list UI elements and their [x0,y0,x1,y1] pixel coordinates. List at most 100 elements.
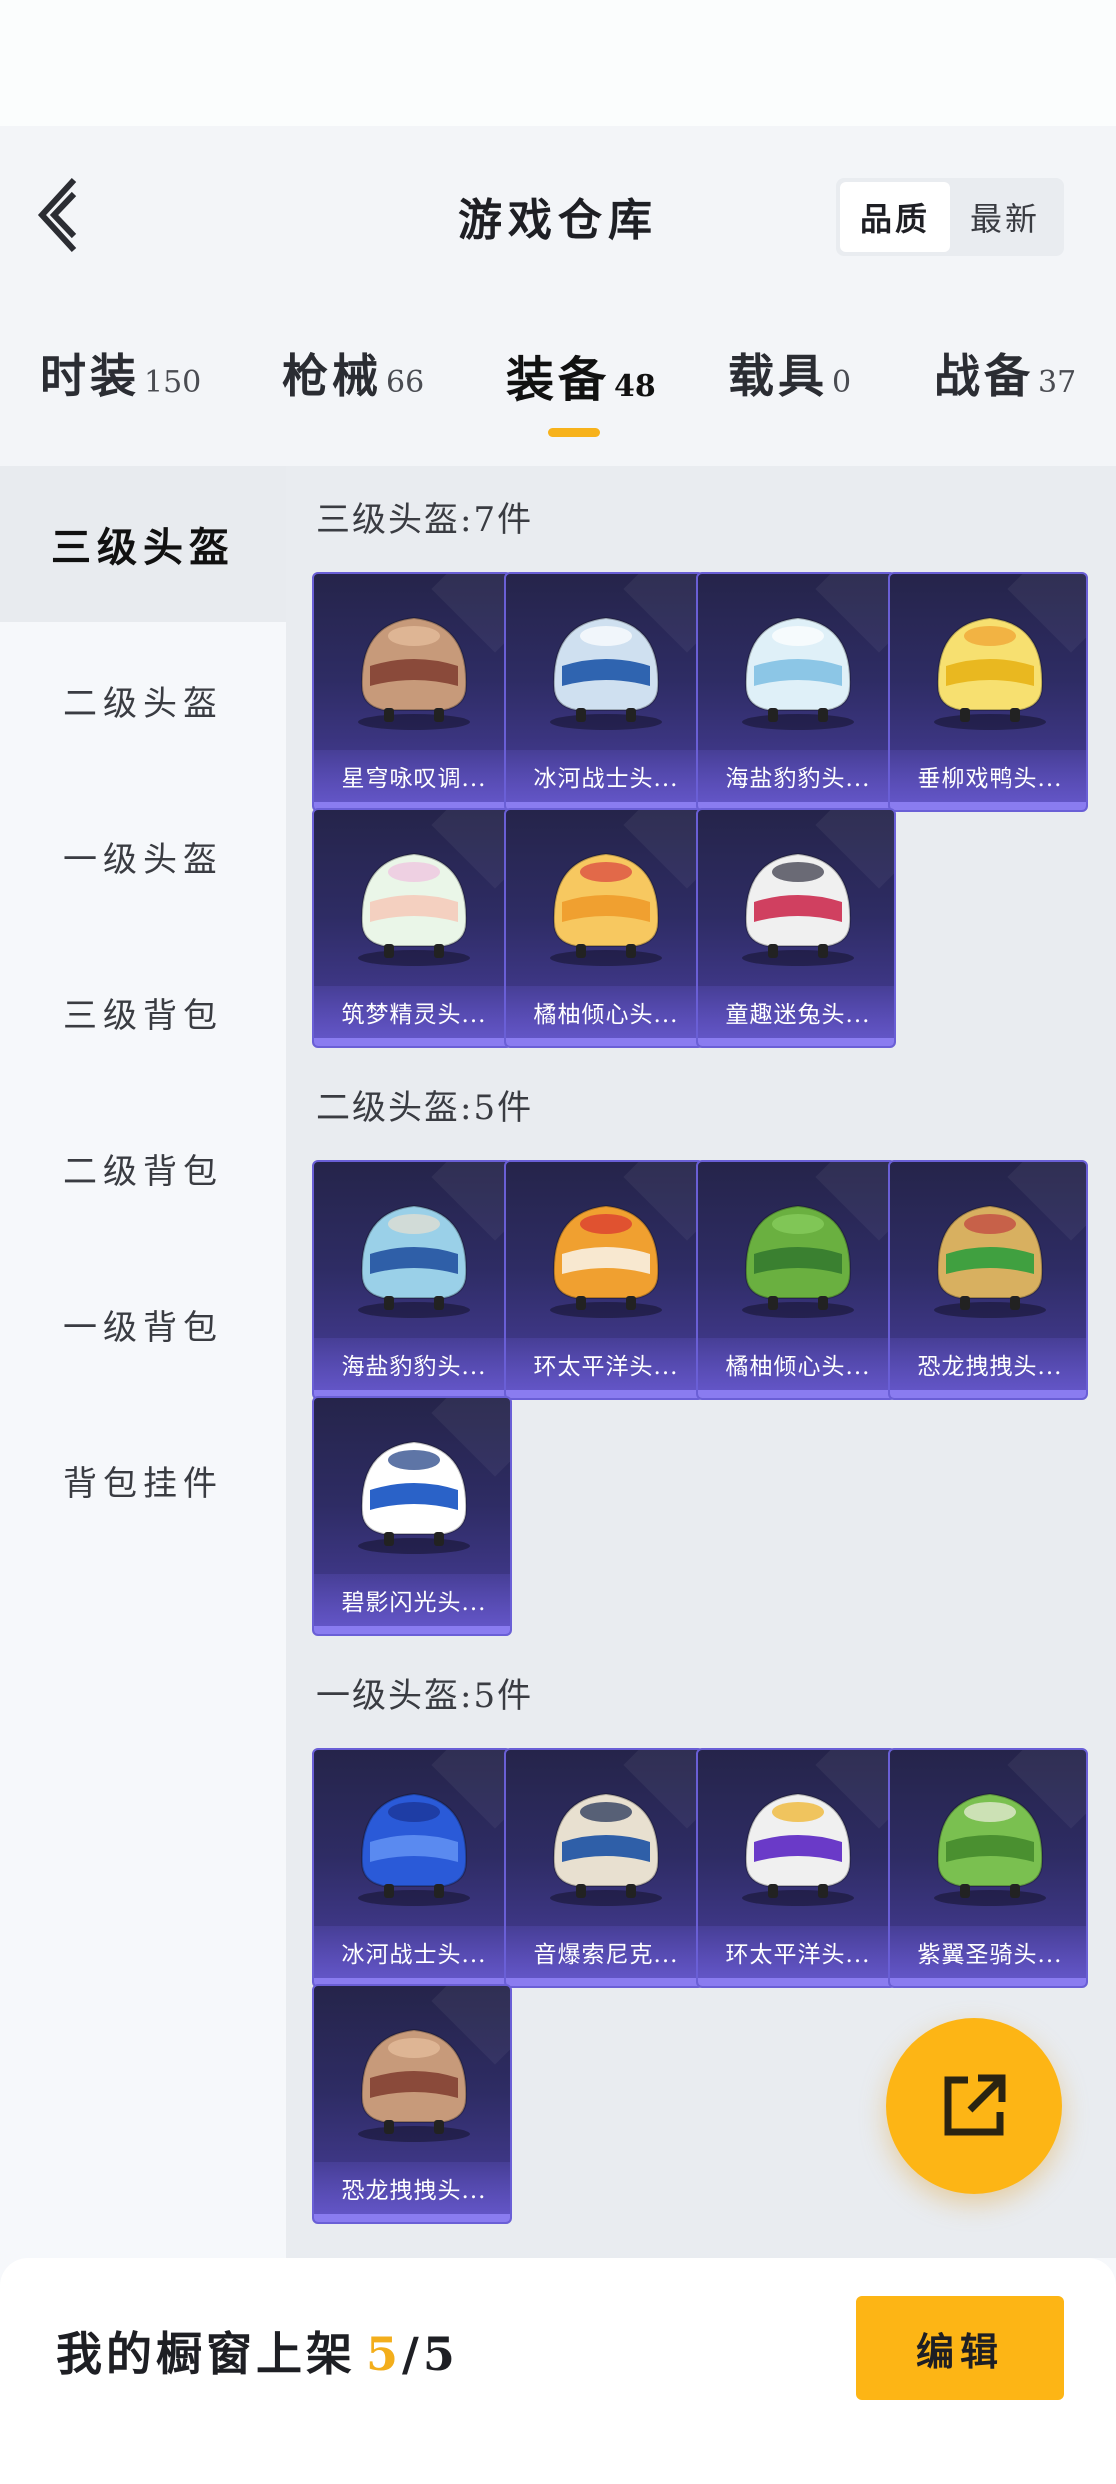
item-card[interactable]: 碧影闪光头... [312,1396,512,1636]
helmet-icon [358,1204,470,1318]
helmet-icon [742,616,854,730]
item-card[interactable]: 恐龙拽拽头... [312,1984,512,2224]
group-title-level3: 三级头盔:7件 [316,500,534,540]
tab-label: 枪械 [282,349,382,403]
item-card[interactable]: 橘柚倾心头... [504,808,704,1048]
helmet-icon [742,1204,854,1318]
group-title-level1: 一级头盔:5件 [316,1676,534,1716]
card-edge [698,1390,894,1398]
helmet-icon [358,852,470,966]
helmet-icon [358,1792,470,1906]
tab-equipment[interactable]: 装备 48 [506,340,656,440]
tab-supplies[interactable]: 战备 37 [934,340,1076,440]
helmet-icon [934,616,1046,730]
item-card[interactable]: 垂柳戏鸭头... [888,572,1088,812]
card-edge [314,2214,510,2222]
helmet-icon [550,852,662,966]
card-edge [506,1978,702,1986]
tab-count: 37 [1038,365,1077,400]
item-name: 碧影闪光头... [314,1574,510,1626]
item-card[interactable]: 环太平洋头... [696,1748,896,1988]
showcase-shown-count: 5 [366,2327,403,2381]
item-name: 垂柳戏鸭头... [890,750,1086,802]
sidebar-item-level2-helmet[interactable]: 二级头盔 [0,622,286,778]
sidebar-item-level3-helmet[interactable]: 三级头盔 [0,466,286,622]
edit-button[interactable]: 编辑 [856,2296,1064,2400]
share-button[interactable] [886,2018,1062,2194]
showcase-label: 我的橱窗上架 [56,2327,356,2381]
tab-count: 150 [144,365,202,400]
sort-option-quality[interactable]: 品质 [840,182,950,252]
helmet-icon [934,1792,1046,1906]
item-card[interactable]: 海盐豹豹头... [696,572,896,812]
showcase-status: 我的橱窗上架 5 /5 [56,2318,459,2384]
item-name: 紫翼圣骑头... [890,1926,1086,1978]
tab-fashion[interactable]: 时装 150 [40,340,201,440]
item-card[interactable]: 冰河战士头... [312,1748,512,1988]
card-edge [698,1978,894,1986]
item-card[interactable]: 恐龙拽拽头... [888,1160,1088,1400]
sidebar-item-level2-backpack[interactable]: 二级背包 [0,1090,286,1246]
card-edge [506,1390,702,1398]
helmet-icon [742,852,854,966]
sidebar-item-level3-backpack[interactable]: 三级背包 [0,934,286,1090]
item-card[interactable]: 童趣迷兔头... [696,808,896,1048]
item-card[interactable]: 橘柚倾心头... [696,1160,896,1400]
item-name: 橘柚倾心头... [506,986,702,1038]
active-tab-indicator [548,428,600,437]
card-edge [314,1626,510,1634]
sort-toggle: 品质 最新 [836,178,1064,256]
item-name: 冰河战士头... [314,1926,510,1978]
sort-option-latest[interactable]: 最新 [950,182,1060,252]
tab-label: 载具 [728,349,828,403]
sidebar-item-backpack-charm[interactable]: 背包挂件 [0,1402,286,1558]
item-card[interactable]: 筑梦精灵头... [312,808,512,1048]
item-card[interactable]: 冰河战士头... [504,572,704,812]
tab-count: 0 [832,365,852,400]
card-edge [890,1978,1086,1986]
item-name: 海盐豹豹头... [314,1338,510,1390]
tab-count: 66 [386,365,425,400]
helmet-icon [358,2028,470,2142]
helmet-icon [742,1792,854,1906]
item-name: 环太平洋头... [698,1926,894,1978]
sidebar: 三级头盔 二级头盔 一级头盔 三级背包 二级背包 一级背包 背包挂件 [0,466,286,2258]
helmet-icon [358,616,470,730]
item-name: 筑梦精灵头... [314,986,510,1038]
helmet-icon [550,1792,662,1906]
item-name: 恐龙拽拽头... [314,2162,510,2214]
helmet-icon [550,616,662,730]
tab-count: 48 [614,369,656,404]
item-name: 环太平洋头... [506,1338,702,1390]
tab-weapons[interactable]: 枪械 66 [282,340,424,440]
card-edge [314,1038,510,1046]
item-card[interactable]: 紫翼圣骑头... [888,1748,1088,1988]
item-name: 童趣迷兔头... [698,986,894,1038]
tab-label: 战备 [934,349,1034,403]
card-edge [506,1038,702,1046]
item-name: 星穹咏叹调... [314,750,510,802]
item-name: 恐龙拽拽头... [890,1338,1086,1390]
card-edge [890,1390,1086,1398]
group-title-level2: 二级头盔:5件 [316,1088,534,1128]
helmet-icon [358,1440,470,1554]
item-card[interactable]: 星穹咏叹调... [312,572,512,812]
item-name: 音爆索尼克... [506,1926,702,1978]
item-name: 海盐豹豹头... [698,750,894,802]
showcase-total: /5 [402,2327,459,2381]
item-name: 橘柚倾心头... [698,1338,894,1390]
card-edge [890,802,1086,810]
status-bar [0,0,1116,126]
helmet-icon [550,1204,662,1318]
item-name: 冰河战士头... [506,750,702,802]
share-external-icon [944,2074,1006,2136]
tab-label: 时装 [40,349,140,403]
item-card[interactable]: 音爆索尼克... [504,1748,704,1988]
card-edge [698,1038,894,1046]
item-card[interactable]: 环太平洋头... [504,1160,704,1400]
tab-vehicles[interactable]: 载具 0 [728,340,851,440]
item-card[interactable]: 海盐豹豹头... [312,1160,512,1400]
sidebar-item-level1-backpack[interactable]: 一级背包 [0,1246,286,1402]
sidebar-item-level1-helmet[interactable]: 一级头盔 [0,778,286,934]
tab-label: 装备 [506,352,611,408]
